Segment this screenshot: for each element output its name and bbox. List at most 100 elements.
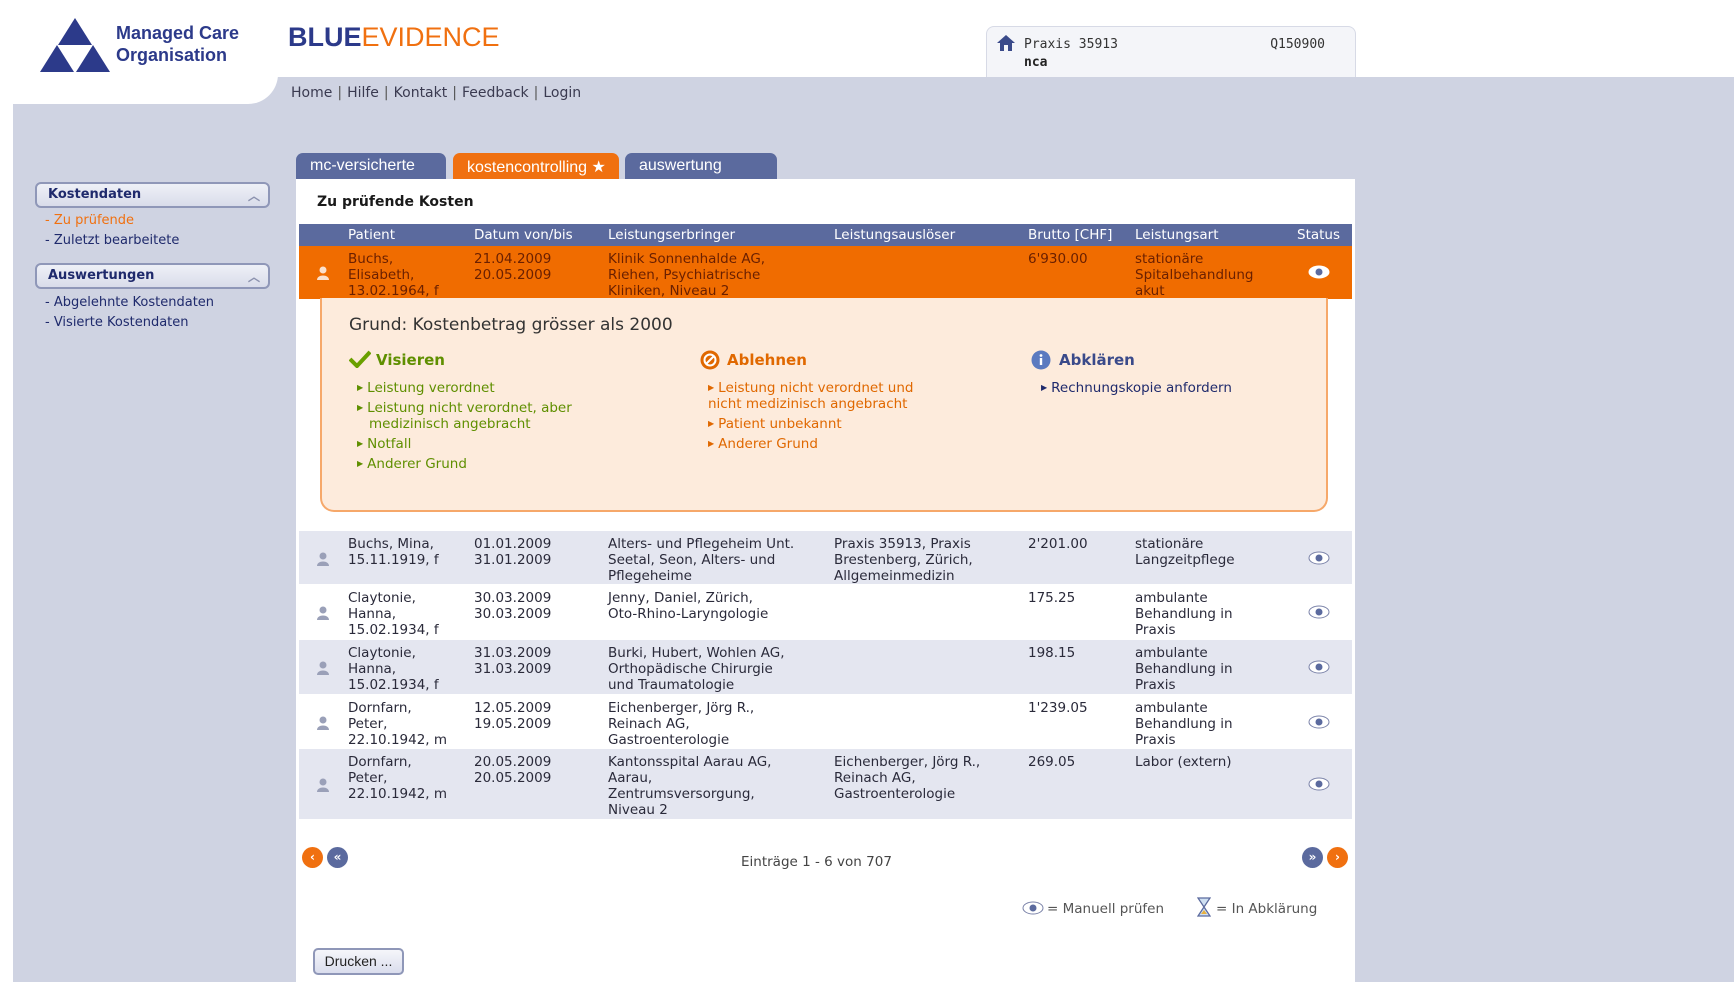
eye-icon[interactable] [1308, 551, 1330, 565]
cell-type: ambulante Behandlung in Praxis [1135, 700, 1233, 748]
hourglass-icon [1197, 897, 1211, 917]
abklaeren-title: Abklären [1059, 351, 1135, 369]
cell-type: stationäre Langzeitpflege [1135, 536, 1235, 568]
cell-provider: Eichenberger, Jörg R., Reinach AG, Gastr… [608, 700, 755, 748]
table-row[interactable]: Buchs, Mina, 15.11.1919, f 01.01.2009 31… [299, 531, 1352, 584]
visieren-option[interactable]: ▶ Anderer Grund [357, 456, 467, 472]
sidebar-item-zuletzt-bearbeitete[interactable]: - Zuletzt bearbeitete [45, 233, 179, 248]
eye-icon[interactable] [1308, 715, 1330, 729]
eye-icon[interactable] [1308, 265, 1330, 279]
cell-dates: 31.03.2009 31.03.2009 [474, 645, 552, 677]
visieren-title: Visieren [376, 351, 445, 369]
person-icon [317, 716, 329, 730]
checkmark-icon [349, 350, 371, 368]
table-row[interactable]: Claytonie, Hanna, 15.02.1934, f 30.03.20… [299, 585, 1352, 639]
cell-patient: Claytonie, Hanna, 15.02.1934, f [348, 590, 439, 638]
legend-clarification: = In Abklärung [1216, 901, 1318, 917]
tab-kostencontrolling[interactable]: kostencontrolling ★ [453, 153, 619, 179]
cell-trigger: Praxis 35913, Praxis Brestenberg, Zürich… [834, 536, 973, 584]
person-icon [317, 266, 329, 280]
page-title: Zu prüfende Kosten [317, 194, 474, 210]
cell-provider: Klinik Sonnenhalde AG, Riehen, Psychiatr… [608, 251, 766, 299]
abklaeren-option[interactable]: ▶ Rechnungskopie anfordern [1041, 380, 1232, 396]
visieren-option[interactable]: ▶ Leistung nicht verordnet, aber medizini… [357, 400, 572, 432]
eye-icon[interactable] [1308, 605, 1330, 619]
chevron-up-icon: ︿ [247, 270, 260, 284]
print-button[interactable]: Drucken ... [313, 948, 404, 975]
cell-provider: Kantonsspital Aarau AG, Aarau, Zentrumsv… [608, 754, 772, 818]
ablehnen-option[interactable]: ▶ Patient unbekannt [708, 416, 842, 432]
cell-dates: 20.05.2009 20.05.2009 [474, 754, 552, 786]
cell-type: Labor (extern) [1135, 754, 1232, 770]
tab-mc-versicherte[interactable]: mc-versicherte [296, 153, 446, 179]
ablehnen-option[interactable]: ▶ Anderer Grund [708, 436, 818, 452]
chevron-up-icon: ︿ [247, 189, 260, 203]
house-icon [997, 35, 1015, 51]
cell-dates: 30.03.2009 30.03.2009 [474, 590, 552, 622]
cell-dates: 01.01.2009 31.01.2009 [474, 536, 552, 568]
col-patient: Patient [348, 227, 396, 243]
last-page-button[interactable]: » [1302, 847, 1323, 868]
table-row[interactable]: Dornfarn, Peter, 22.10.1942, m 12.05.200… [299, 695, 1352, 749]
sidebar-group-kostendaten[interactable]: Kostendaten ︿ [35, 182, 270, 208]
ablehnen-option[interactable]: ▶ Leistung nicht verordnet und nicht medi… [708, 380, 913, 412]
next-page-button[interactable]: › [1327, 847, 1348, 868]
mco-logo-text: Managed Care Organisation [116, 22, 239, 66]
eye-icon[interactable] [1308, 660, 1330, 674]
cell-trigger: Eichenberger, Jörg R., Reinach AG, Gastr… [834, 754, 981, 802]
visieren-option[interactable]: ▶ Leistung verordnet [357, 380, 495, 396]
brand-part1: BLUE [288, 22, 362, 52]
nav-help-link[interactable]: Hilfe [347, 85, 379, 101]
cell-amount: 2'201.00 [1028, 536, 1088, 552]
mco-logo-icon [40, 18, 110, 72]
sidebar-group-title: Auswertungen [48, 268, 155, 283]
person-icon [317, 552, 329, 566]
visieren-option[interactable]: ▶ Notfall [357, 436, 411, 452]
legend-manual: = Manuell prüfen [1047, 901, 1165, 917]
prev-page-button[interactable]: ‹ [302, 847, 323, 868]
reject-icon [700, 350, 720, 370]
practice-name: Praxis 35913 [1024, 37, 1118, 52]
nav-contact-link[interactable]: Kontakt [394, 85, 448, 101]
table-row[interactable]: Claytonie, Hanna, 15.02.1934, f 31.03.20… [299, 640, 1352, 694]
sidebar-item-abgelehnte[interactable]: - Abgelehnte Kostendaten [45, 295, 214, 310]
practice-user: nca [1024, 55, 1048, 70]
first-page-button[interactable]: « [327, 847, 348, 868]
cell-type: ambulante Behandlung in Praxis [1135, 645, 1233, 693]
nav-home-link[interactable]: Home [291, 85, 332, 101]
cell-patient: Buchs, Elisabeth, 13.02.1964, f [348, 251, 439, 299]
table-row[interactable]: Dornfarn, Peter, 22.10.1942, m 20.05.200… [299, 749, 1352, 819]
cell-provider: Burki, Hubert, Wohlen AG, Orthopädische … [608, 645, 785, 693]
cell-dates: 21.04.2009 20.05.2009 [474, 251, 552, 283]
cell-provider: Alters- und Pflegeheim Unt. Seetal, Seon… [608, 536, 795, 584]
col-leistungsart: Leistungsart [1135, 227, 1219, 243]
nav-feedback-link[interactable]: Feedback [462, 85, 529, 101]
cell-patient: Dornfarn, Peter, 22.10.1942, m [348, 754, 448, 802]
table-row[interactable]: Buchs, Elisabeth, 13.02.1964, f 21.04.20… [299, 246, 1352, 299]
brand-part2: EVIDENCE [361, 22, 500, 52]
cell-type: ambulante Behandlung in Praxis [1135, 590, 1233, 638]
tab-auswertung[interactable]: auswertung [625, 153, 777, 179]
eye-icon[interactable] [1308, 777, 1330, 791]
reason-text: Grund: Kostenbetrag grösser als 2000 [349, 315, 673, 335]
col-datum: Datum von/bis [474, 227, 573, 243]
col-brutto: Brutto [CHF] [1028, 227, 1113, 243]
ablehnen-title: Ablehnen [727, 351, 807, 369]
cell-amount: 269.05 [1028, 754, 1076, 770]
logo-line1: Managed Care [116, 23, 240, 43]
nav-login-link[interactable]: Login [543, 85, 581, 101]
cell-dates: 12.05.2009 19.05.2009 [474, 700, 552, 732]
logo-line2: Organisation [116, 45, 228, 65]
cell-amount: 198.15 [1028, 645, 1076, 661]
col-status: Status [1297, 227, 1341, 243]
practice-info-box: Praxis 35913 nca Q150900 [986, 26, 1356, 77]
cell-patient: Claytonie, Hanna, 15.02.1934, f [348, 645, 439, 693]
cell-type: stationäre Spitalbehandlung akut [1135, 251, 1254, 299]
col-leistungsausloeser: Leistungsauslöser [834, 227, 956, 243]
pager-status: Einträge 1 - 6 von 707 [741, 854, 892, 870]
sidebar-item-zu-pruefende[interactable]: - Zu prüfende [45, 213, 134, 228]
table-header: Patient Datum von/bis Leistungserbringer… [299, 224, 1352, 246]
sidebar-item-visierte[interactable]: - Visierte Kostendaten [45, 315, 189, 330]
person-icon [317, 606, 329, 620]
sidebar-group-auswertungen[interactable]: Auswertungen ︿ [35, 263, 270, 289]
